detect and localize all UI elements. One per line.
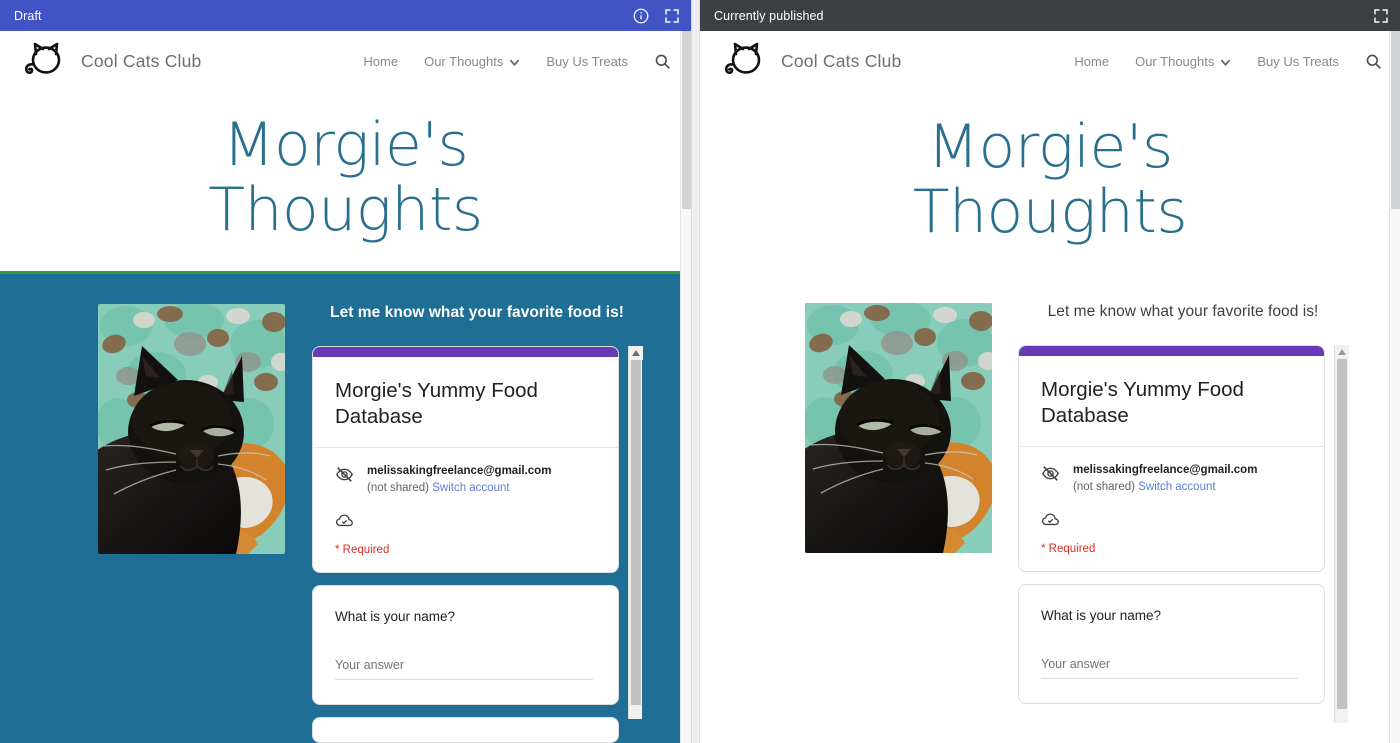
nav-item-our-thoughts-label: Our Thoughts — [424, 53, 504, 69]
draft-status-bar: Draft — [0, 0, 691, 31]
form-title: Morgie's Yummy Food Database — [1041, 377, 1244, 428]
form-column: Let me know what your favorite food is! … — [312, 303, 643, 743]
form-column: Let me know what your favorite food is! … — [1018, 302, 1349, 723]
fullscreen-icon[interactable] — [1372, 7, 1390, 25]
hero-title-block: Morgie's Thoughts — [0, 91, 691, 271]
page-title: Morgie's Thoughts — [700, 115, 1400, 245]
form-header-card: Morgie's Yummy Food Database melissaking… — [1018, 344, 1325, 573]
switch-account-link[interactable]: Switch account — [1138, 481, 1215, 493]
split-preview-stage: Draft Cool Cats Club Home Our Thoughts B… — [0, 0, 1400, 743]
question-label: What is your name? — [1041, 608, 1162, 624]
nav-item-home[interactable]: Home — [363, 54, 398, 69]
black-cat-on-mint-blanket-photo — [805, 302, 992, 553]
panel-divider — [691, 0, 700, 743]
google-form-embed: Morgie's Yummy Food Database melissaking… — [312, 345, 643, 743]
draft-statusbar-actions — [632, 7, 681, 25]
cat-head-logo-icon[interactable] — [722, 40, 768, 82]
cloud-done-icon — [1041, 510, 1060, 529]
switch-account-link[interactable]: Switch account — [432, 482, 509, 494]
form-question-card: What is your name? Your answer — [1018, 584, 1325, 705]
main-nav: Home Our Thoughts Buy Us Treats — [363, 53, 691, 70]
answer-input[interactable]: Your answer — [1041, 657, 1299, 680]
brand-name: Cool Cats Club — [81, 50, 202, 71]
nav-item-buy-us-treats-label: Buy Us Treats — [546, 53, 628, 69]
form-question-card: What is your name? Your answer — [312, 585, 619, 706]
nav-item-home[interactable]: Home — [1074, 54, 1109, 69]
nav-item-buy-us-treats-label: Buy Us Treats — [1257, 53, 1339, 69]
page-title-line-2: Thoughts — [208, 174, 483, 245]
published-status-label: Currently published — [714, 8, 824, 23]
page-title: Morgie's Thoughts — [0, 113, 691, 243]
page-scroll-thumb[interactable] — [682, 31, 691, 209]
published-preview-panel: Currently published Cool Cats Club Home … — [700, 0, 1400, 743]
search-icon[interactable] — [654, 53, 671, 70]
question-label: What is your name? — [335, 609, 456, 625]
nav-item-home-label: Home — [1074, 53, 1110, 69]
search-icon[interactable] — [1365, 53, 1382, 70]
form-inner-scrollbar[interactable] — [628, 345, 643, 719]
site-header: Cool Cats Club Home Our Thoughts Buy Us … — [0, 31, 691, 91]
form-shared-state: (not shared) — [367, 482, 430, 495]
nav-item-home-label: Home — [363, 53, 399, 69]
form-inner-scrollbar[interactable] — [1334, 344, 1349, 723]
draft-preview-panel: Draft Cool Cats Club Home Our Thoughts B… — [0, 0, 691, 743]
page-scrollbar[interactable] — [680, 31, 691, 743]
form-prompt: Let me know what your favorite food is! — [330, 303, 624, 321]
site-header: Cool Cats Club Home Our Thoughts Buy Us … — [700, 31, 1400, 91]
main-nav: Home Our Thoughts Buy Us Treats — [1074, 53, 1400, 70]
form-section: Let me know what your favorite food is! … — [0, 273, 691, 743]
nav-item-buy-us-treats[interactable]: Buy Us Treats — [546, 54, 628, 69]
nav-item-our-thoughts[interactable]: Our Thoughts — [424, 54, 520, 69]
required-note: * Required — [1041, 543, 1096, 556]
form-scroll-thumb[interactable] — [631, 359, 641, 705]
chevron-down-icon — [509, 56, 520, 67]
nav-item-our-thoughts[interactable]: Our Thoughts — [1135, 54, 1231, 69]
form-section: Let me know what your favorite food is! … — [700, 272, 1400, 723]
scroll-up-arrow-icon[interactable] — [629, 345, 643, 360]
nav-item-buy-us-treats[interactable]: Buy Us Treats — [1257, 54, 1339, 69]
page-title-line-1: Morgie's — [222, 110, 469, 180]
form-shared-state: (not shared) — [1073, 481, 1136, 494]
page-scroll-thumb[interactable] — [1391, 31, 1400, 209]
info-icon[interactable] — [632, 7, 650, 25]
page-title-line-2: Thoughts — [912, 176, 1188, 247]
form-accent-bar — [313, 346, 618, 357]
draft-status-label: Draft — [14, 8, 42, 23]
answer-input[interactable]: Your answer — [335, 658, 593, 681]
form-account-email: melissakingfreelance@gmail.com — [1073, 463, 1258, 476]
published-statusbar-actions — [1372, 7, 1390, 25]
page-scrollbar[interactable] — [1389, 31, 1400, 743]
form-account-email: melissakingfreelance@gmail.com — [367, 464, 552, 477]
published-status-bar: Currently published — [700, 0, 1400, 31]
brand-name: Cool Cats Club — [781, 50, 902, 71]
form-accent-bar — [1019, 345, 1324, 356]
google-form-embed: Morgie's Yummy Food Database melissaking… — [1018, 344, 1349, 723]
form-scroll-thumb[interactable] — [1337, 358, 1347, 709]
form-prompt: Let me know what your favorite food is! — [1047, 302, 1319, 320]
page-title-line-1: Morgie's — [927, 112, 1173, 182]
chevron-down-icon — [1220, 56, 1231, 67]
black-cat-on-mint-blanket-photo — [98, 303, 285, 554]
form-question-card-partial — [312, 717, 619, 743]
eye-off-icon — [335, 465, 354, 484]
eye-off-icon — [1041, 464, 1060, 483]
fullscreen-icon[interactable] — [663, 7, 681, 25]
scroll-up-arrow-icon[interactable] — [1335, 344, 1349, 359]
form-title: Morgie's Yummy Food Database — [335, 378, 538, 429]
hero-title-block: Morgie's Thoughts — [700, 91, 1400, 273]
cloud-done-icon — [335, 511, 354, 530]
form-header-card: Morgie's Yummy Food Database melissaking… — [312, 345, 619, 574]
cat-head-logo-icon[interactable] — [22, 40, 68, 82]
nav-item-our-thoughts-label: Our Thoughts — [1135, 53, 1215, 69]
required-note: * Required — [335, 544, 390, 557]
